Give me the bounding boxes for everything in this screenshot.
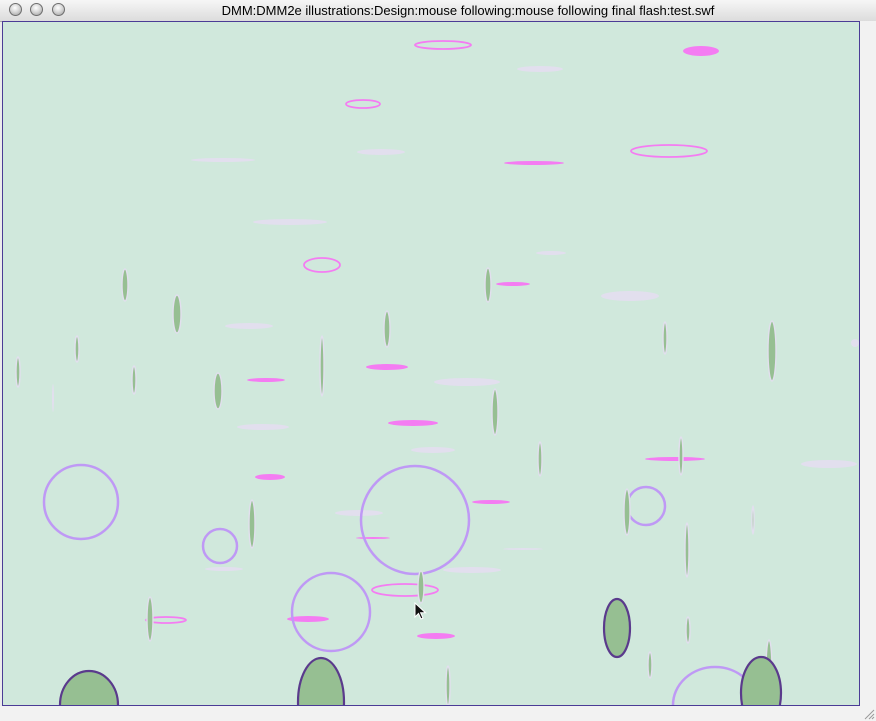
green-leaf <box>15 356 21 388</box>
lavender-ellipse <box>517 66 563 72</box>
violet-circle <box>201 527 239 565</box>
green-leaf <box>213 372 223 410</box>
pink-ring <box>630 144 708 158</box>
violet-circle <box>359 464 471 576</box>
lavender-ellipse <box>536 251 566 255</box>
pink-ellipse <box>388 420 438 426</box>
lavender-ellipse <box>237 424 289 430</box>
green-leaf <box>537 441 543 477</box>
green-leaf <box>121 268 129 302</box>
pink-ellipse <box>504 161 564 165</box>
green-leaf <box>74 335 80 363</box>
stage-canvas[interactable] <box>3 22 859 705</box>
dark-outlined-leaf <box>602 597 632 659</box>
window-bottom-edge <box>0 706 876 721</box>
green-leaf <box>417 570 425 604</box>
green-leaf <box>484 267 492 303</box>
lavender-ellipse <box>191 158 255 162</box>
pink-ellipse <box>356 537 390 539</box>
pink-ellipse <box>645 457 705 461</box>
green-leaf <box>383 310 391 348</box>
lavender-ellipse <box>851 339 859 347</box>
close-button[interactable] <box>9 3 22 16</box>
green-leaf <box>623 488 631 536</box>
resize-grip-icon[interactable] <box>862 707 875 720</box>
pink-ellipse <box>472 500 510 504</box>
window-right-edge <box>860 21 876 721</box>
green-leaf <box>491 388 499 436</box>
minimize-button[interactable] <box>30 3 43 16</box>
flash-stage[interactable] <box>2 21 860 706</box>
player-window: DMM:DMM2e illustrations:Design:mouse fol… <box>0 0 876 721</box>
pink-ellipse <box>417 633 455 639</box>
green-leaf <box>131 365 137 395</box>
lavender-ellipse <box>253 219 327 225</box>
lavender-ellipse <box>503 548 543 550</box>
green-leaf <box>751 505 755 535</box>
green-leaf <box>662 321 668 355</box>
pink-ring <box>371 583 439 597</box>
lavender-ellipse <box>205 567 243 571</box>
lavender-ellipse <box>357 149 405 155</box>
lavender-ellipse <box>225 323 273 329</box>
pink-ellipse <box>496 282 530 286</box>
green-leaf <box>685 616 691 644</box>
pink-ring <box>303 257 341 273</box>
green-leaf <box>767 320 777 382</box>
violet-circle <box>625 485 667 527</box>
lavender-ellipse <box>801 460 857 468</box>
pink-ellipse <box>255 474 285 480</box>
green-leaf <box>678 436 684 476</box>
dark-outlined-leaf <box>296 656 346 705</box>
green-leaf <box>248 499 256 549</box>
green-leaf <box>647 651 653 679</box>
pink-ellipse <box>247 378 285 382</box>
lavender-ellipse <box>434 378 500 386</box>
lavender-ellipse <box>335 510 383 516</box>
violet-circle <box>42 463 120 541</box>
lavender-ellipse <box>601 291 659 301</box>
pink-ring <box>414 40 472 50</box>
green-leaf <box>319 335 325 397</box>
lavender-ellipse <box>52 384 54 412</box>
dark-outlined-leaf <box>739 655 783 705</box>
green-leaf <box>172 294 182 334</box>
window-title: DMM:DMM2e illustrations:Design:mouse fol… <box>221 3 715 18</box>
animated-shapes <box>15 40 859 705</box>
dark-outlined-leaf <box>58 669 120 705</box>
title-bar[interactable]: DMM:DMM2e illustrations:Design:mouse fol… <box>0 0 876 22</box>
pink-ring <box>345 99 381 109</box>
lavender-ellipse <box>411 447 455 453</box>
lavender-ellipse <box>443 567 501 573</box>
green-leaf <box>146 596 154 642</box>
violet-circle <box>290 571 372 653</box>
pink-ellipse <box>366 364 408 370</box>
arrow-pointer-icon <box>414 602 427 620</box>
green-leaf <box>445 665 451 705</box>
pink-ellipse <box>683 46 719 56</box>
green-leaf <box>684 522 690 578</box>
zoom-button[interactable] <box>52 3 65 16</box>
